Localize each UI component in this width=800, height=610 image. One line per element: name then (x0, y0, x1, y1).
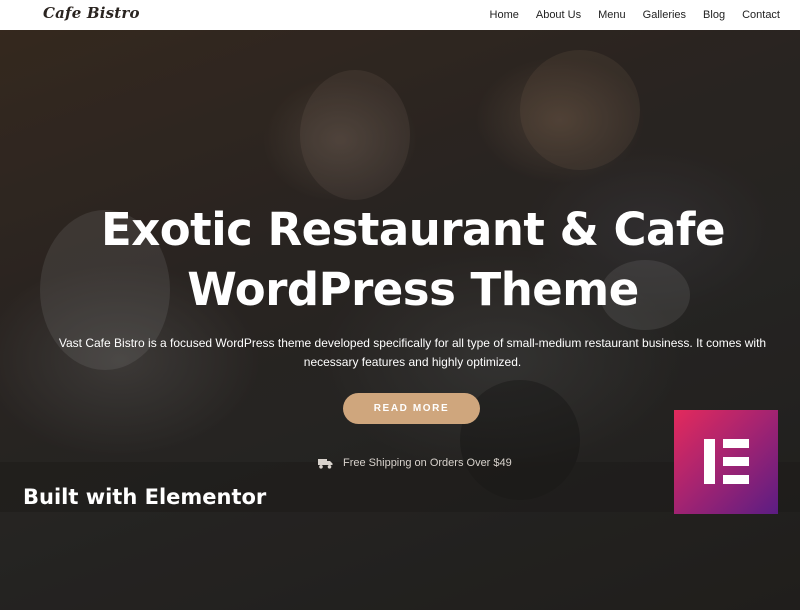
hero-overlay (0, 30, 800, 610)
shipping-text: Free Shipping on Orders Over $49 (343, 457, 512, 469)
hero-section: Exotic Restaurant & Cafe WordPress Theme… (0, 30, 800, 610)
truck-icon (318, 458, 333, 469)
nav-blog[interactable]: Blog (703, 9, 725, 21)
elementor-logo-icon (674, 410, 778, 514)
shipping-notice: Free Shipping on Orders Over $49 (318, 457, 512, 469)
elementor-logo-bar (723, 475, 749, 484)
nav-home[interactable]: Home (490, 9, 519, 21)
hero-title: Exotic Restaurant & Cafe WordPress Theme (0, 200, 800, 320)
nav-menu[interactable]: Menu (598, 9, 626, 21)
main-nav: Home About Us Menu Galleries Blog Contac… (490, 0, 780, 30)
read-more-button[interactable]: READ MORE (343, 393, 480, 424)
nav-galleries[interactable]: Galleries (643, 9, 686, 21)
site-header: Cafe Bistro Home About Us Menu Galleries… (0, 0, 800, 30)
nav-about-us[interactable]: About Us (536, 9, 581, 21)
elementor-logo-bar (704, 439, 715, 484)
hero-title-line: Exotic Restaurant & Cafe (101, 203, 726, 256)
hero-title-line: WordPress Theme (187, 263, 639, 316)
hero-description: Vast Cafe Bistro is a focused WordPress … (58, 336, 767, 369)
site-logo[interactable]: Cafe Bistro (43, 4, 140, 22)
built-with-caption: Built with Elementor (23, 485, 267, 509)
nav-contact[interactable]: Contact (742, 9, 780, 21)
elementor-logo-bar (723, 457, 749, 466)
elementor-logo-bar (723, 439, 749, 448)
